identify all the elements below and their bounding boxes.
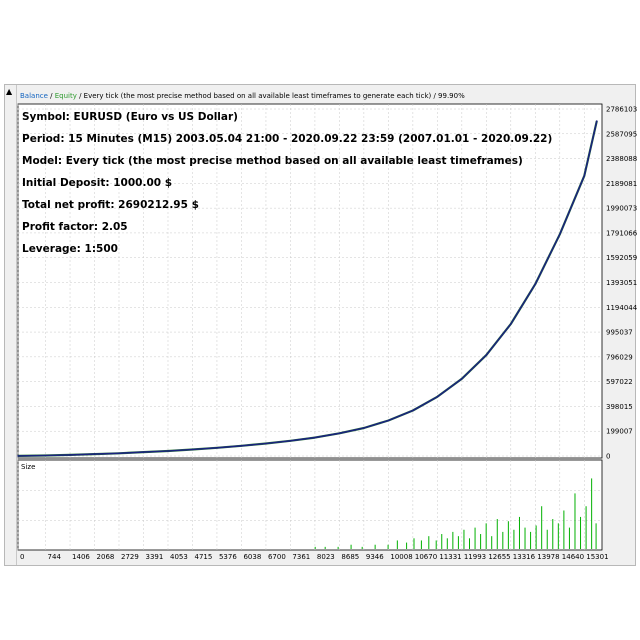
y-tick-label: 0 [606,453,610,461]
x-axis: 0 744 1406 2068 2729 3391 4053 4715 5376 6038 6700… [20,553,609,561]
x-tick-label: 2068 [97,553,115,561]
balance-point [17,455,19,457]
header-description: / Every tick (the most precise method ba… [77,92,465,100]
balance-point [461,378,463,380]
x-tick-label: 6700 [268,553,286,561]
balance-point [559,233,561,236]
size-panel-title: Size [21,463,35,471]
legend-balance: Balance [20,92,48,100]
info-period: Period: 15 Minutes (M15) 2003.05.04 21:0… [22,133,552,145]
info-initial-deposit: Initial Deposit: 1000.00 $ [22,177,172,189]
balance-point [93,453,96,455]
balance-point [583,175,586,177]
x-tick-label: 6038 [243,553,261,561]
x-tick-label: 4053 [170,553,188,561]
x-tick-label: 1406 [72,553,90,561]
balance-point [314,436,316,439]
x-tick-label: 10008 [390,553,412,561]
y-tick-label: 995037 [606,329,633,337]
y-tick-label: 1592059 [606,254,637,262]
y-tick-label: 2786103 [606,106,637,114]
x-tick-label: 2729 [121,553,139,561]
info-profit-factor: Profit factor: 2.05 [22,221,128,233]
balance-point [216,447,218,449]
balance-point [534,283,537,285]
info-symbol: Symbol: EURUSD (Euro vs US Dollar) [22,111,238,123]
balance-point [363,427,365,429]
balance-point [596,120,598,122]
x-tick-label: 7361 [292,553,310,561]
strategy-tester-graph: Balance / Equity / Every tick (the most … [17,92,638,561]
x-tick-label: 11993 [464,553,486,561]
x-tick-label: 15301 [586,553,608,561]
balance-point [240,445,243,447]
y-tick-label: 796029 [606,353,633,361]
balance-point [510,323,512,325]
x-tick-label: 744 [48,553,62,561]
legend-separator: / [48,92,55,100]
y-tick-label: 597022 [606,378,633,386]
x-tick-label: 14640 [562,553,584,561]
y-tick-label: 1393051 [606,279,637,287]
x-tick-label: 8023 [317,553,335,561]
x-tick-label: 13978 [537,553,559,561]
x-tick-label: 0 [20,553,24,561]
y-tick-label: 398015 [606,403,633,411]
balance-point [118,452,120,455]
balance-point [167,450,169,452]
balance-point [436,396,439,398]
balance-point [142,451,145,453]
legend-equity: Equity [55,92,77,100]
balance-point [338,432,341,435]
balance-point [265,442,267,445]
balance-point [191,448,194,451]
y-axis: 2786103 2587095 2388088 2189081 1990073 17910… [606,106,638,461]
x-tick-label: 8685 [341,553,359,561]
chart-header: Balance / Equity / Every tick (the most … [20,92,465,100]
x-tick-label: 13316 [513,553,536,561]
y-tick-label: 2388088 [606,155,637,163]
info-model: Model: Every tick (the most precise meth… [22,155,523,167]
balance-point [289,440,292,442]
x-tick-label: 9346 [366,553,384,561]
balance-point [485,354,488,356]
y-tick-label: 1194044 [606,304,638,312]
y-tick-label: 1791066 [606,229,638,237]
x-tick-label: 3391 [145,553,163,561]
balance-point [69,454,71,456]
y-tick-label: 2189081 [606,180,637,188]
x-tick-label: 4715 [194,553,212,561]
y-tick-label: 1990073 [606,205,637,213]
y-tick-label: 2587095 [606,130,637,138]
x-tick-label: 5376 [219,553,237,561]
x-tick-label: 11331 [439,553,461,561]
y-tick-label: 199007 [606,428,633,436]
info-leverage: Leverage: 1:500 [22,243,118,255]
x-tick-label: 12655 [488,553,510,561]
balance-point [387,419,390,422]
info-net-profit: Total net profit: 2690212.95 $ [22,199,199,211]
balance-point [412,409,414,412]
x-tick-label: 10670 [415,553,437,561]
balance-point [44,454,47,457]
